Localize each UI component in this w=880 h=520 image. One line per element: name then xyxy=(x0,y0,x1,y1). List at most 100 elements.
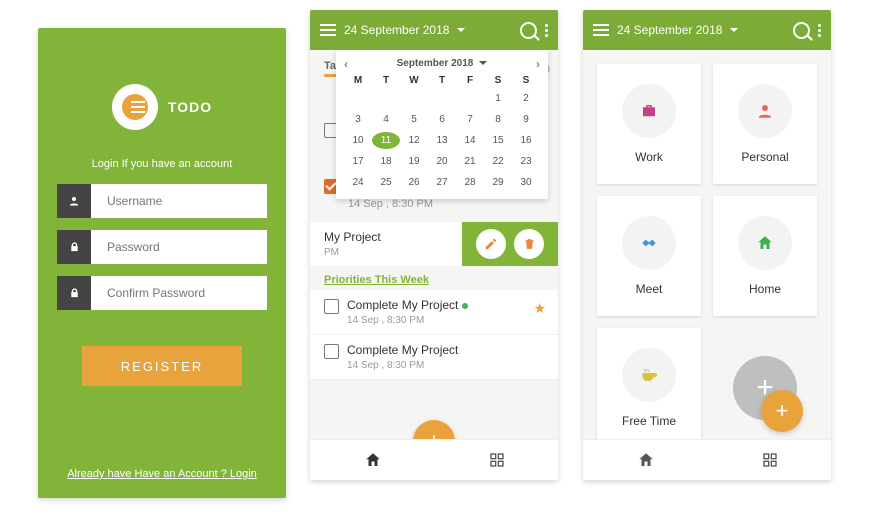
calendar-day[interactable]: 24 xyxy=(344,174,372,191)
register-screen: TODO Login If you have an account REGIST… xyxy=(38,28,286,498)
calendar-dow: T xyxy=(372,75,400,86)
calendar-day[interactable]: 26 xyxy=(400,174,428,191)
calendar-prev-icon[interactable]: ‹ xyxy=(344,57,348,71)
chevron-down-icon[interactable] xyxy=(730,28,738,36)
chevron-down-icon[interactable] xyxy=(457,28,465,36)
nav-home-icon[interactable] xyxy=(637,451,655,469)
person-icon xyxy=(738,84,792,138)
calendar-day[interactable]: 8 xyxy=(484,111,512,128)
appbar-date[interactable]: 24 September 2018 xyxy=(344,23,449,37)
search-icon[interactable] xyxy=(520,22,537,39)
nav-home-icon[interactable] xyxy=(364,451,382,469)
calendar-day[interactable]: 16 xyxy=(512,132,540,149)
calendar-day[interactable]: 1 xyxy=(484,90,512,107)
calendar-day[interactable]: 3 xyxy=(344,111,372,128)
star-icon[interactable]: ★ xyxy=(533,300,546,317)
appbar-date[interactable]: 24 September 2018 xyxy=(617,23,722,37)
bottom-nav xyxy=(583,439,831,480)
calendar-next-icon[interactable]: › xyxy=(536,57,540,71)
calendar-day[interactable]: 29 xyxy=(484,174,512,191)
calendar-day[interactable]: 18 xyxy=(372,153,400,170)
task-row[interactable]: Complete My Project 14 Sep , 8:30 PM★ xyxy=(310,290,558,335)
app-bar: 24 September 2018 xyxy=(310,10,558,50)
calendar-day[interactable]: 7 xyxy=(456,111,484,128)
calendar-day[interactable]: 22 xyxy=(484,153,512,170)
password-field[interactable] xyxy=(57,230,267,264)
handshake-icon xyxy=(622,216,676,270)
calendar-day[interactable]: 20 xyxy=(428,153,456,170)
calendar-day[interactable]: 9 xyxy=(512,111,540,128)
app-logo: TODO xyxy=(112,84,212,130)
category-label: Home xyxy=(749,282,781,296)
category-card[interactable]: Free Time xyxy=(597,328,701,448)
calendar-day[interactable]: 11 xyxy=(372,132,400,149)
calendar-day[interactable]: 10 xyxy=(344,132,372,149)
register-button[interactable]: REGISTER xyxy=(82,346,242,386)
nav-grid-icon[interactable] xyxy=(762,452,778,468)
category-card[interactable]: Work xyxy=(597,64,701,184)
calendar-day[interactable]: 28 xyxy=(456,174,484,191)
calendar-dow: T xyxy=(428,75,456,86)
username-field[interactable] xyxy=(57,184,267,218)
password-input[interactable] xyxy=(91,230,267,264)
chevron-down-icon[interactable] xyxy=(479,61,487,69)
calendar-dow: M xyxy=(344,75,372,86)
username-input[interactable] xyxy=(91,184,267,218)
edit-button[interactable] xyxy=(476,229,506,259)
lock-icon xyxy=(57,230,91,264)
delete-button[interactable] xyxy=(514,229,544,259)
calendar-day[interactable]: 25 xyxy=(372,174,400,191)
nav-grid-icon[interactable] xyxy=(489,452,505,468)
overflow-menu-icon[interactable] xyxy=(545,24,548,37)
task-row-swiped[interactable]: My Project PM xyxy=(310,222,558,266)
home-icon xyxy=(738,216,792,270)
calendar-day[interactable]: 5 xyxy=(400,111,428,128)
calendar-month[interactable]: September 2018 xyxy=(397,58,474,69)
menu-icon[interactable] xyxy=(320,24,336,36)
category-card[interactable]: Home xyxy=(713,196,817,316)
search-icon[interactable] xyxy=(793,22,810,39)
task-checkbox[interactable] xyxy=(324,299,339,314)
tasks-screen: 24 September 2018 Tas 100 14 Sep , 8:30 … xyxy=(310,10,558,480)
category-card[interactable]: Meet xyxy=(597,196,701,316)
calendar-day[interactable]: 13 xyxy=(428,132,456,149)
logo-mark xyxy=(112,84,158,130)
calendar-day[interactable]: 12 xyxy=(400,132,428,149)
user-icon xyxy=(57,184,91,218)
briefcase-icon xyxy=(622,84,676,138)
swipe-actions xyxy=(462,222,558,266)
calendar-dow: W xyxy=(400,75,428,86)
calendar-day[interactable]: 27 xyxy=(428,174,456,191)
logo-text: TODO xyxy=(168,99,212,115)
task-meta: 14 Sep , 8:30 PM xyxy=(347,360,544,371)
confirm-password-input[interactable] xyxy=(91,276,267,310)
task-meta: PM xyxy=(324,247,448,258)
task-checkbox[interactable] xyxy=(324,344,339,359)
task-meta: 14 Sep , 8:30 PM xyxy=(348,198,558,210)
category-card[interactable]: Personal xyxy=(713,64,817,184)
category-label: Work xyxy=(635,150,663,164)
calendar-day[interactable]: 19 xyxy=(400,153,428,170)
calendar-day[interactable]: 4 xyxy=(372,111,400,128)
task-row[interactable]: Complete My Project 14 Sep , 8:30 PM xyxy=(310,335,558,380)
category-label: Meet xyxy=(636,282,663,296)
overflow-menu-icon[interactable] xyxy=(818,24,821,37)
calendar-day[interactable]: 14 xyxy=(456,132,484,149)
calendar-popover: ‹ September 2018 › MTWTFSS12345678910111… xyxy=(336,50,548,199)
menu-icon[interactable] xyxy=(593,24,609,36)
add-fab[interactable]: + xyxy=(761,390,803,432)
calendar-day[interactable]: 17 xyxy=(344,153,372,170)
calendar-day[interactable]: 2 xyxy=(512,90,540,107)
category-label: Personal xyxy=(741,150,788,164)
task-title: Complete My Project xyxy=(347,343,544,357)
app-bar: 24 September 2018 xyxy=(583,10,831,50)
calendar-day[interactable]: 21 xyxy=(456,153,484,170)
calendar-day[interactable]: 6 xyxy=(428,111,456,128)
task-title: Complete My Project xyxy=(347,298,544,312)
calendar-day[interactable]: 30 xyxy=(512,174,540,191)
login-link[interactable]: Already have Have an Account ? Login xyxy=(67,468,257,480)
task-meta: 14 Sep , 8:30 PM xyxy=(347,315,544,326)
calendar-day[interactable]: 15 xyxy=(484,132,512,149)
calendar-day[interactable]: 23 xyxy=(512,153,540,170)
confirm-password-field[interactable] xyxy=(57,276,267,310)
